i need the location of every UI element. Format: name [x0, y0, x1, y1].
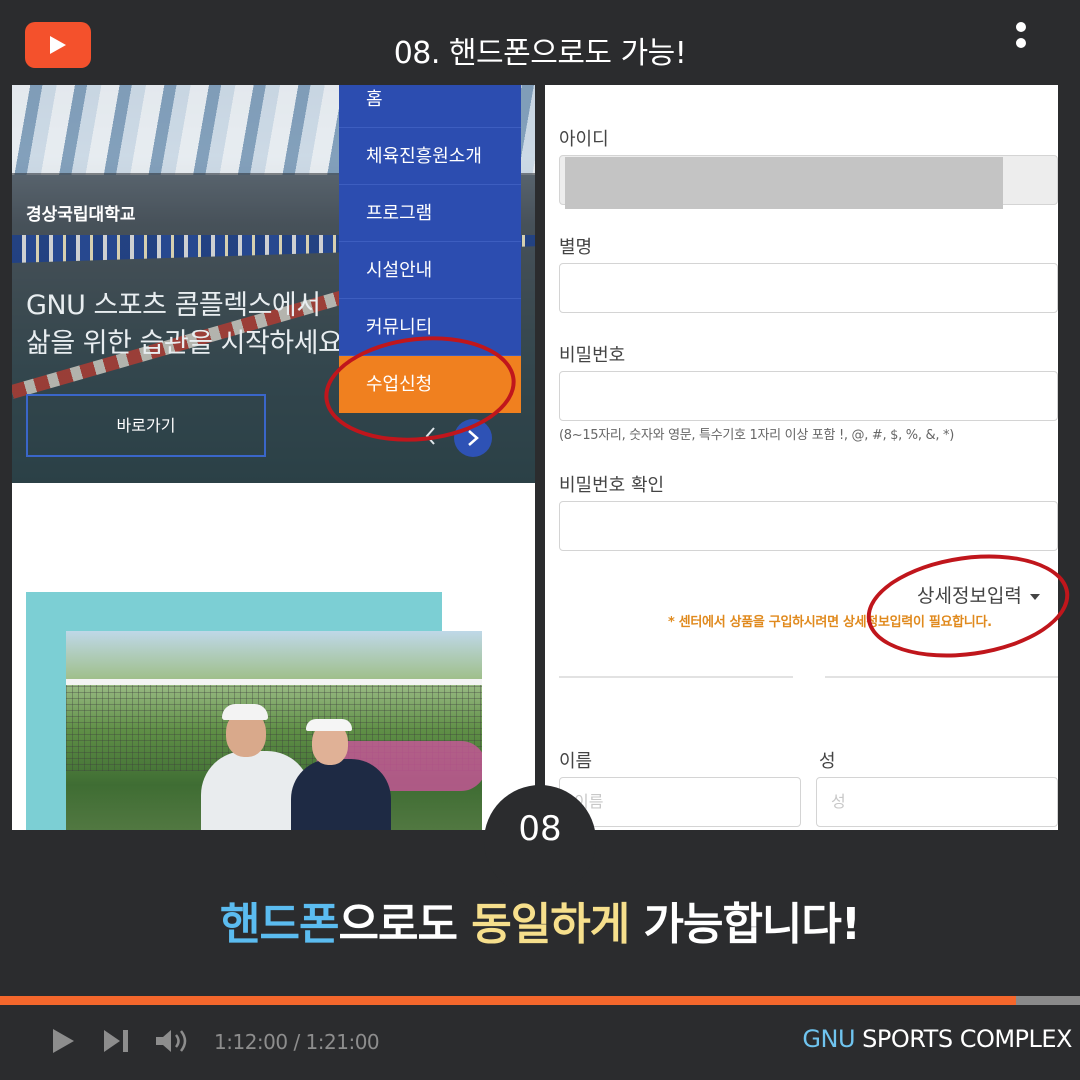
tennis-players-photo — [66, 631, 482, 830]
hero-headline-line1: GNU 스포츠 콤플렉스에서 — [26, 290, 321, 321]
panel-divider — [535, 70, 545, 830]
brand-rest: SPORTS COMPLEX — [855, 1025, 1072, 1053]
menu-item-home[interactable]: 홈 — [339, 85, 521, 128]
skip-next-icon[interactable] — [102, 1027, 130, 1059]
volume-icon[interactable] — [154, 1027, 194, 1059]
university-name: 경상국립대학교 — [26, 205, 136, 225]
last-name-label: 성 — [819, 751, 836, 772]
nickname-field[interactable] — [559, 263, 1058, 313]
password-hint: (8~15자리, 숫자와 영문, 특수기호 1자리 이상 포함 !, @, #,… — [559, 428, 954, 443]
separator-left — [559, 676, 793, 678]
left-phone-screenshot: 경상국립대학교 GNU 스포츠 콤플렉스에서 삶을 위한 습관을 시작하세요 바… — [12, 85, 535, 830]
playback-time: 1:12:00 / 1:21:00 — [214, 1030, 380, 1054]
caption-part2: 으로도 — [338, 899, 472, 950]
first-name-label: 이름 — [559, 751, 593, 772]
nickname-label: 별명 — [559, 237, 593, 258]
menu-item-programs[interactable]: 프로그램 — [339, 185, 521, 242]
caption: 핸드폰으로도 동일하게 가능합니다! — [0, 888, 1080, 952]
first-name-field[interactable]: 이름 — [559, 777, 801, 827]
right-phone-screenshot: 아이디 별명 비밀번호 (8~15자리, 숫자와 영문, 특수기호 1자리 이상… — [545, 85, 1058, 830]
password-confirm-label: 비밀번호 확인 — [559, 475, 665, 496]
password-confirm-field[interactable] — [559, 501, 1058, 551]
menu-item-facilities[interactable]: 시설안내 — [339, 242, 521, 299]
caption-part1: 핸드폰 — [220, 899, 339, 950]
last-name-field[interactable]: 성 — [816, 777, 1058, 827]
brand-gnu: GNU — [802, 1025, 856, 1053]
progress-fill — [0, 996, 1017, 1005]
caption-part4: 가능합니다! — [629, 899, 860, 950]
caption-part3: 동일하게 — [471, 899, 630, 950]
separator-right — [825, 676, 1058, 678]
id-label: 아이디 — [559, 129, 609, 150]
brand-label: GNU SPORTS COMPLEX — [802, 1025, 1072, 1053]
redacted-id — [565, 157, 1003, 209]
password-label: 비밀번호 — [559, 345, 626, 366]
goto-button[interactable]: 바로가기 — [26, 394, 266, 457]
play-icon[interactable] — [50, 1027, 76, 1059]
menu-item-about[interactable]: 체육진흥원소개 — [339, 128, 521, 185]
video-title: 08. 핸드폰으로도 가능! — [393, 36, 687, 71]
kebab-menu-icon[interactable] — [1010, 22, 1032, 56]
password-field[interactable] — [559, 371, 1058, 421]
step-badge: 08 — [484, 785, 596, 897]
hero-headline-line2: 삶을 위한 습관을 시작하세요 — [26, 328, 343, 359]
